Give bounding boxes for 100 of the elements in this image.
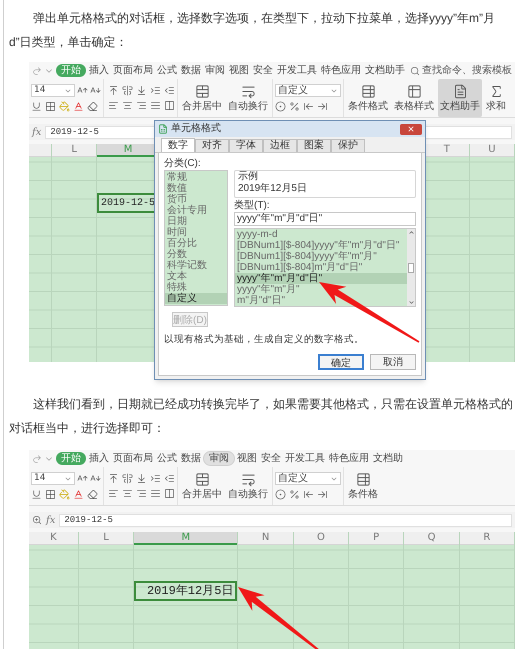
category-item[interactable]: 数值 xyxy=(165,183,227,194)
category-item[interactable]: 特殊 xyxy=(165,282,227,293)
ribbon-button[interactable]: 合并居中 xyxy=(180,467,224,505)
category-item[interactable]: 货币 xyxy=(165,194,227,205)
redo-icon[interactable] xyxy=(32,454,42,464)
font-size-field[interactable]: 14 xyxy=(31,84,75,97)
type-item[interactable]: yyyy"年"m"月" xyxy=(235,284,407,295)
column-header[interactable]: L xyxy=(52,144,96,157)
ribbon-button[interactable]: 求和 xyxy=(484,79,508,117)
table-icon[interactable] xyxy=(356,472,370,487)
category-item[interactable]: 百分比 xyxy=(165,238,227,249)
search-icon[interactable] xyxy=(410,66,420,76)
column-header[interactable]: P xyxy=(349,532,404,545)
align-middle-icon[interactable] xyxy=(122,85,133,96)
ribbon-tab[interactable]: 视图 xyxy=(228,64,250,77)
close-button[interactable] xyxy=(400,124,422,134)
ribbon-tab[interactable]: 公式 xyxy=(156,452,178,465)
number-format-dropdown[interactable]: 自定义 xyxy=(275,472,341,485)
ribbon-tab[interactable]: 开发工具 xyxy=(276,64,318,77)
column-header[interactable]: R xyxy=(460,532,514,545)
increase-decimal-icon[interactable] xyxy=(303,101,314,112)
distribute-icon[interactable] xyxy=(164,100,175,111)
indent-icon[interactable] xyxy=(150,85,161,96)
ribbon-tab[interactable]: 数据 xyxy=(180,64,202,77)
ribbon-button[interactable]: 表格样式 xyxy=(392,79,436,117)
ribbon-tab[interactable]: 特色应用 xyxy=(320,64,362,77)
type-item[interactable]: yyyy-m-d xyxy=(235,229,407,240)
column-header[interactable]: K xyxy=(29,532,78,545)
type-item[interactable]: [DBNum1][$-804]yyyy"年"m"月"d"日" xyxy=(235,240,407,251)
document-icon[interactable] xyxy=(452,84,468,99)
ribbon-tab[interactable]: 页面布局 xyxy=(112,64,154,77)
currency-icon[interactable] xyxy=(275,489,286,500)
align-left-icon[interactable] xyxy=(108,100,119,111)
category-item[interactable]: 会计专用 xyxy=(165,205,227,216)
ribbon-button[interactable]: 自动换行 xyxy=(226,79,270,117)
ribbon-tab[interactable]: 页面布局 xyxy=(112,452,154,465)
justify-icon[interactable] xyxy=(150,488,161,499)
wrap-text-icon[interactable] xyxy=(240,84,256,99)
align-center-icon[interactable] xyxy=(122,100,133,111)
number-format-dropdown[interactable]: 自定义 xyxy=(275,84,341,97)
align-bottom-icon[interactable] xyxy=(136,85,147,96)
align-middle-icon[interactable] xyxy=(122,473,133,484)
align-left-icon[interactable] xyxy=(108,488,119,499)
dialog-tab[interactable]: 字体 xyxy=(229,139,263,152)
dialog-tab[interactable]: 数字 xyxy=(161,138,195,152)
table-icon[interactable] xyxy=(406,84,422,99)
category-item[interactable]: 科学记数 xyxy=(165,260,227,271)
ribbon-tab[interactable]: 公式 xyxy=(156,64,178,77)
dialog-tab[interactable]: 图案 xyxy=(297,139,331,152)
redo-icon[interactable] xyxy=(32,66,42,76)
category-item[interactable]: 文本 xyxy=(165,271,227,282)
column-header[interactable]: L xyxy=(78,532,134,545)
ribbon-tab[interactable]: 插入 xyxy=(88,64,110,77)
decrease-decimal-icon[interactable] xyxy=(317,101,328,112)
wrap-text-icon[interactable] xyxy=(240,472,256,487)
ribbon-button[interactable]: 合并居中 xyxy=(180,79,224,117)
selected-cell[interactable]: 2019年12月5日 xyxy=(134,581,238,601)
scroll-down-icon[interactable] xyxy=(408,299,414,306)
ribbon-button[interactable]: 自动换行 xyxy=(226,467,270,505)
merge-cells-icon[interactable] xyxy=(194,472,210,487)
dialog-button[interactable]: 确定 xyxy=(318,354,364,370)
ribbon-tab[interactable]: 文档助 xyxy=(372,452,404,465)
dialog-tab[interactable]: 对齐 xyxy=(195,139,229,152)
ribbon-button[interactable]: 文档助手 xyxy=(438,79,482,117)
column-header[interactable]: N xyxy=(238,532,293,545)
ribbon-button[interactable]: 条件格式 xyxy=(346,79,390,117)
type-item[interactable]: yyyy"年"m"月"d"日" xyxy=(235,273,407,284)
category-item[interactable]: 时间 xyxy=(165,227,227,238)
align-bottom-icon[interactable] xyxy=(136,473,147,484)
indent-icon[interactable] xyxy=(150,473,161,484)
font-size-field[interactable]: 14 xyxy=(31,472,75,485)
column-header[interactable]: O xyxy=(294,532,348,545)
align-center-icon[interactable] xyxy=(122,488,133,499)
merge-cells-icon[interactable] xyxy=(194,84,210,99)
decrease-decimal-icon[interactable] xyxy=(317,489,328,500)
distribute-icon[interactable] xyxy=(164,488,175,499)
type-item[interactable]: [DBNum1][$-804]yyyy"年"m"月" xyxy=(235,251,407,262)
ribbon-tab[interactable]: 安全 xyxy=(252,64,274,77)
dialog-button[interactable]: 取消 xyxy=(370,354,416,370)
align-top-icon[interactable] xyxy=(108,473,119,484)
currency-icon[interactable] xyxy=(275,101,286,112)
category-item[interactable]: 自定义 xyxy=(165,293,227,304)
category-item[interactable]: 日期 xyxy=(165,216,227,227)
ribbon-tab[interactable]: 开发工具 xyxy=(284,452,326,465)
type-input-field[interactable]: yyyy"年"m"月"d"日" xyxy=(234,212,416,226)
underline-icon[interactable] xyxy=(31,101,42,112)
eraser-icon[interactable] xyxy=(87,489,98,500)
percent-icon[interactable] xyxy=(289,101,300,112)
ribbon-tab[interactable]: 插入 xyxy=(88,452,110,465)
border-icon[interactable] xyxy=(45,489,56,500)
scrollbar[interactable] xyxy=(407,229,415,306)
ribbon-button[interactable]: 条件格 xyxy=(346,467,380,505)
align-right-icon[interactable] xyxy=(136,100,147,111)
scrollbar-thumb[interactable] xyxy=(408,262,414,272)
type-item[interactable]: [DBNum1][$-804]m"月"d"日" xyxy=(235,262,407,273)
formula-input-field[interactable]: 2019-12-5 xyxy=(59,514,512,526)
column-header[interactable]: Q xyxy=(404,532,459,545)
search-field[interactable]: 查找命令、搜索模板 xyxy=(422,63,512,78)
percent-icon[interactable] xyxy=(289,489,300,500)
ribbon-tab[interactable]: 安全 xyxy=(260,452,282,465)
